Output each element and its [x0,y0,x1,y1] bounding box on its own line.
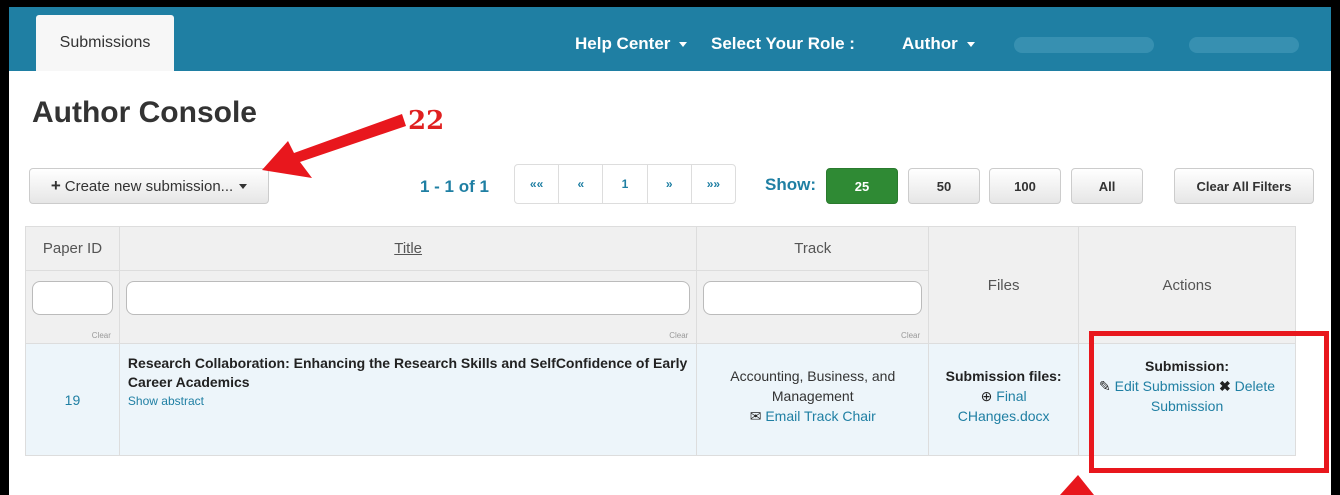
annotation-arrows [262,114,1094,495]
annotation-arrow-actions [1060,475,1094,495]
annotation-arrow-create [262,114,406,178]
